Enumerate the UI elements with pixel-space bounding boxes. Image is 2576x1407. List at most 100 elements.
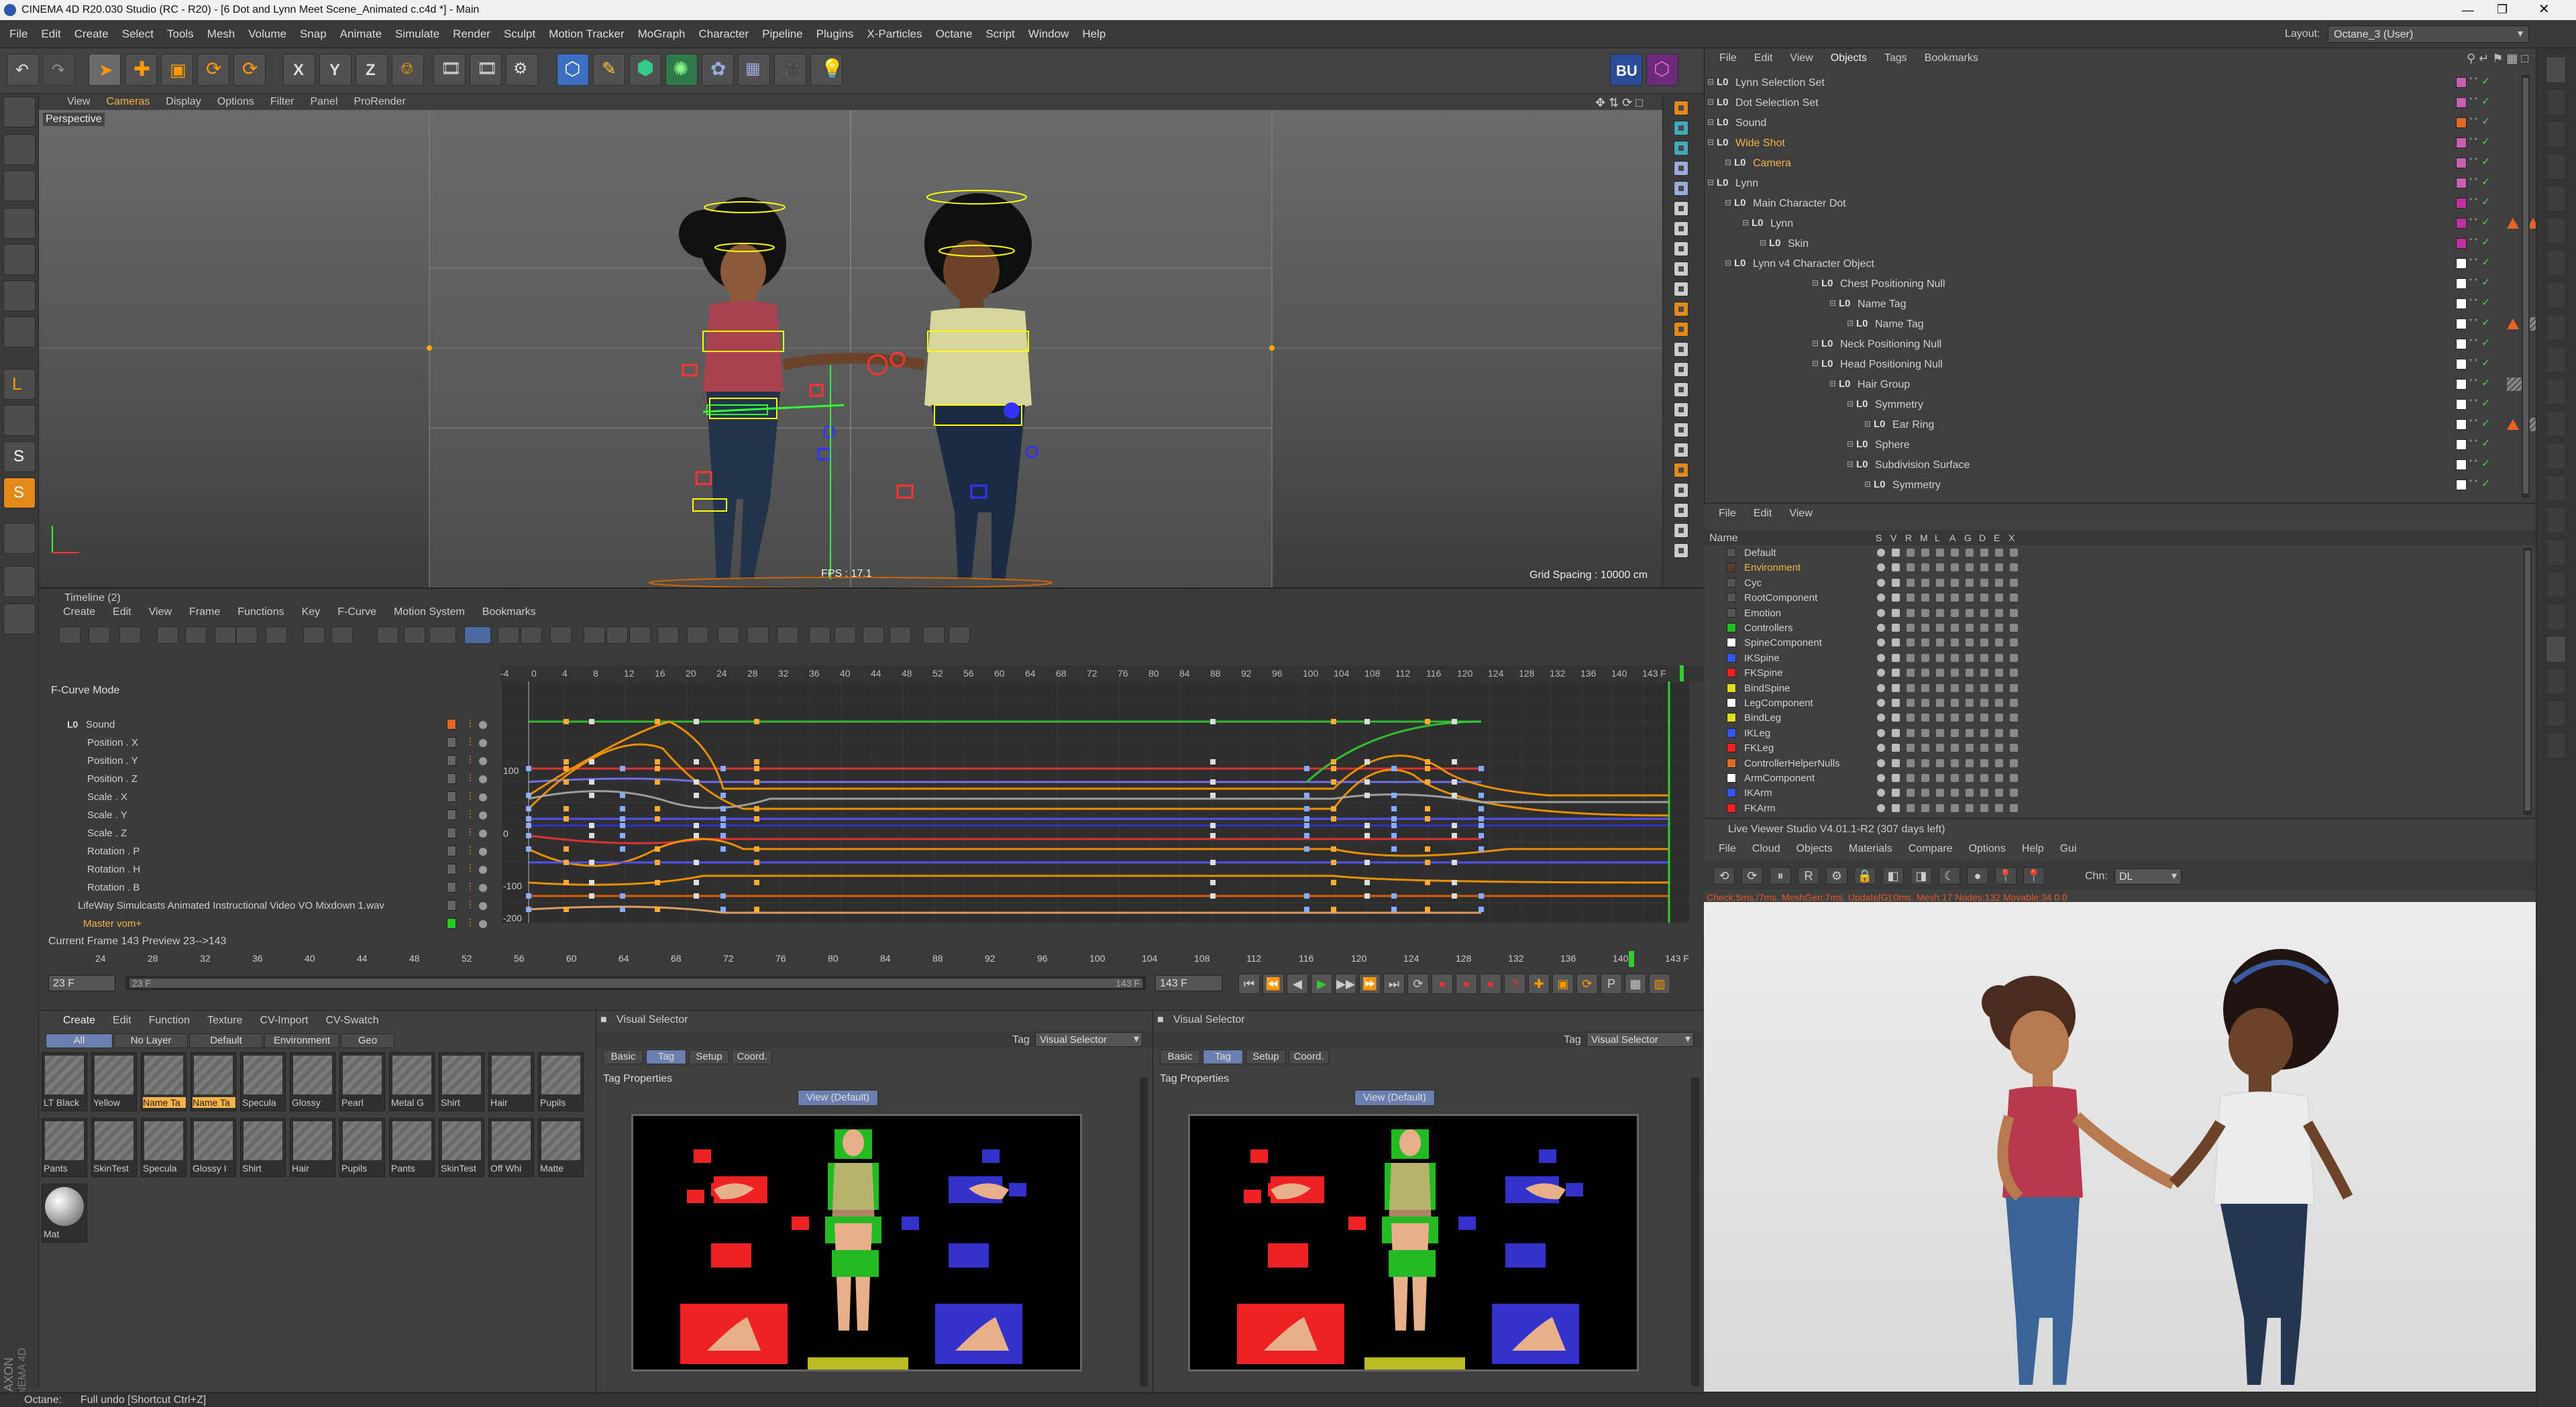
layer-toggle-icon[interactable]: [1892, 758, 1900, 767]
viewport-tool-icon[interactable]: [1674, 483, 1688, 498]
material-filter-environment[interactable]: Environment: [264, 1033, 339, 1048]
playback-button-10[interactable]: ●: [1480, 974, 1501, 994]
timeline-menu-motion-system[interactable]: Motion System: [394, 607, 465, 618]
menu-character[interactable]: Character: [692, 20, 756, 48]
layer-toggle-icon[interactable]: [1951, 744, 1959, 752]
timeline-tool-button[interactable]: [629, 626, 651, 644]
bu-button[interactable]: BU: [1610, 54, 1642, 86]
layer-toggle-icon[interactable]: [1966, 608, 1974, 617]
attr-tab-setup[interactable]: Setup: [1246, 1050, 1286, 1064]
viewport-nav-icons[interactable]: ✥ ⇅ ⟳ □: [1595, 97, 1643, 109]
restore-icon[interactable]: ❐: [2497, 3, 2508, 15]
side-tab[interactable]: [2546, 700, 2566, 727]
layer-toggle-icon[interactable]: [1921, 803, 1929, 812]
layer-toggle-icon[interactable]: [1907, 683, 1915, 692]
layer-row[interactable]: Emotion: [1704, 606, 2522, 620]
layer-row[interactable]: FKArm: [1704, 801, 2522, 815]
object-row[interactable]: ⊟ L0 Name Tag • • ✓: [1705, 314, 2563, 334]
timeline-track[interactable]: LifeWay Simulcasts Animated Instructiona…: [39, 897, 502, 915]
track-lock-icon[interactable]: ⋮: [466, 863, 475, 873]
viewport-tool-icon[interactable]: [1674, 302, 1688, 317]
tag-icon[interactable]: [2507, 419, 2519, 430]
layer-color-swatch[interactable]: [1727, 713, 1736, 723]
layer-toggle-icon[interactable]: [1995, 549, 2003, 557]
material-swatch[interactable]: Metal G: [389, 1052, 435, 1111]
layer-toggle-icon[interactable]: [1980, 683, 1988, 692]
playback-button-0[interactable]: ⏮: [1238, 974, 1260, 994]
layer-toggle-icon[interactable]: [2010, 758, 2018, 767]
material-swatch[interactable]: Yellow: [91, 1052, 137, 1111]
layer-toggle-icon[interactable]: [1951, 608, 1959, 617]
timeline-tool-button[interactable]: [718, 626, 739, 644]
timeline-menu-bookmarks[interactable]: Bookmarks: [482, 607, 536, 618]
object-row[interactable]: ⊟ L0 Lynn v4 Character Object • • ✓: [1705, 254, 2516, 274]
layer-toggle-icon[interactable]: [1892, 803, 1900, 812]
timeline-tool-button[interactable]: [747, 626, 769, 644]
layer-toggle-icon[interactable]: [1907, 789, 1915, 797]
side-tab[interactable]: [2546, 732, 2566, 759]
track-mute-icon[interactable]: [479, 848, 487, 856]
viewport-tool-icon[interactable]: [1674, 221, 1688, 236]
menu-x-particles[interactable]: X-Particles: [860, 20, 928, 48]
layer-col-s[interactable]: S: [1876, 533, 1882, 543]
scale-tool-button[interactable]: ▣: [161, 54, 193, 86]
viewport-tool-icon[interactable]: [1674, 282, 1688, 296]
layer-toggle-icon[interactable]: [1892, 653, 1900, 662]
layer-toggle-icon[interactable]: [1951, 638, 1959, 647]
layer-toggle-icon[interactable]: [1966, 578, 1974, 587]
layer-color-swatch[interactable]: [1727, 593, 1736, 603]
material-menu-cv-import[interactable]: CV-Import: [260, 1015, 308, 1026]
render-settings-button[interactable]: ⚙: [506, 54, 538, 86]
expand-icon[interactable]: ⊟: [1707, 118, 1714, 126]
layer-col-g[interactable]: G: [1964, 533, 1972, 543]
layer-toggle-icon[interactable]: [2010, 714, 2018, 722]
track-mute-icon[interactable]: [479, 866, 487, 874]
layer-toggle-icon[interactable]: [1995, 758, 2003, 767]
layer-toggle-icon[interactable]: [1921, 683, 1929, 692]
attr-tab-tag[interactable]: Tag: [646, 1050, 686, 1064]
track-mute-icon[interactable]: [479, 902, 487, 910]
layer-color-swatch[interactable]: [1727, 653, 1736, 663]
playback-button-4[interactable]: ▶▶: [1335, 974, 1356, 994]
layer-toggle-icon[interactable]: [1966, 789, 1974, 797]
layer-toggle-icon[interactable]: [1907, 653, 1915, 662]
timeline-menu-create[interactable]: Create: [63, 607, 95, 618]
side-tab[interactable]: [2546, 636, 2566, 663]
material-swatch[interactable]: Shirt: [439, 1052, 484, 1111]
layer-toggle-icon[interactable]: [1877, 774, 1885, 782]
live-tool-icon[interactable]: ⚙: [1826, 867, 1847, 885]
s-orange-button[interactable]: S: [3, 477, 36, 508]
layer-toggle-icon[interactable]: [1936, 669, 1944, 677]
viewport-tool-icon[interactable]: [1674, 121, 1688, 135]
layer-row[interactable]: IKArm: [1704, 785, 2522, 800]
timeline-tool-button[interactable]: [777, 626, 798, 644]
track-mute-icon[interactable]: [479, 775, 487, 783]
object-row[interactable]: ⊟ L0 Chest Positioning Null • • ✓: [1705, 274, 2516, 294]
layer-toggle-icon[interactable]: [1951, 803, 1959, 812]
menu-animate[interactable]: Animate: [333, 20, 388, 48]
track-mute-icon[interactable]: [479, 884, 487, 892]
visibility-dots-icon[interactable]: • •: [2469, 356, 2477, 364]
layer-col-r[interactable]: R: [1905, 533, 1912, 543]
menu-sculpt[interactable]: Sculpt: [497, 20, 542, 48]
attr-tab-basic[interactable]: Basic: [1160, 1050, 1200, 1064]
layer-row[interactable]: RootComponent: [1704, 590, 2522, 605]
layer-toggle-icon[interactable]: [1951, 549, 1959, 557]
layer-toggle-icon[interactable]: [1995, 669, 2003, 677]
enabled-check-icon[interactable]: ✓: [2481, 177, 2490, 188]
layer-toggle-icon[interactable]: [1892, 714, 1900, 722]
layer-toggle-icon[interactable]: [1877, 594, 1885, 602]
side-tab[interactable]: [2546, 475, 2566, 502]
timeline-track[interactable]: Master vom+ ⋮: [39, 915, 502, 933]
viewport-menu-prorender[interactable]: ProRender: [345, 94, 413, 110]
enabled-check-icon[interactable]: ✓: [2481, 358, 2490, 369]
layer-toggle-icon[interactable]: [1907, 578, 1915, 587]
playback-button-15[interactable]: P: [1601, 974, 1622, 994]
axis-x-button[interactable]: X: [283, 54, 315, 86]
material-swatch[interactable]: Shirt: [240, 1118, 286, 1177]
layer-toggle-icon[interactable]: [2010, 563, 2018, 572]
timeline-tool-button[interactable]: [266, 626, 287, 644]
view-default-button[interactable]: View (Default): [798, 1090, 878, 1106]
side-tab[interactable]: [2546, 185, 2566, 212]
playhead[interactable]: [1680, 665, 1684, 681]
